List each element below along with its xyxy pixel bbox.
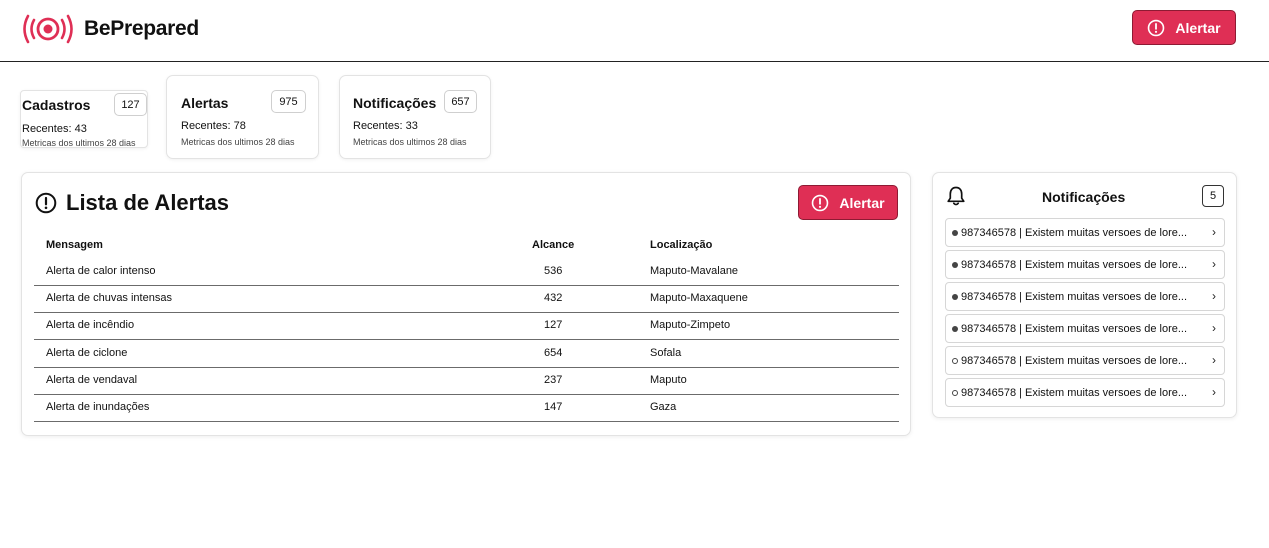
alerts-list-card: Lista de Alertas Mensagem Alcance Locali… (21, 172, 911, 436)
chevron-right-icon: › (1212, 321, 1216, 335)
stat-recent: Recentes: 78 (181, 120, 246, 132)
stat-card-alertas: Alertas 975 Recentes: 78 Metricas dos ul… (166, 75, 319, 159)
logo[interactable]: BePrepared (20, 13, 199, 45)
stat-count-badge: 657 (444, 90, 477, 113)
cell-message: Alerta de calor intenso (46, 265, 156, 277)
notification-item[interactable]: 987346578 | Existem muitas versoes de lo… (945, 250, 1225, 279)
broadcast-icon (23, 14, 73, 44)
cell-reach: 536 (544, 265, 563, 277)
column-header-message: Mensagem (46, 239, 103, 251)
cell-message: Alerta de chuvas intensas (46, 292, 172, 304)
alert-circle-icon (35, 192, 57, 214)
cell-message: Alerta de inundações (46, 401, 150, 413)
stat-metric-note: Metricas dos ultimos 28 dias (353, 137, 467, 147)
cell-message: Alerta de incêndio (46, 319, 135, 331)
stat-card-notificacoes: Notificações 657 Recentes: 33 Metricas d… (339, 75, 491, 159)
alert-button[interactable]: Alertar (1132, 10, 1236, 45)
notification-text: 987346578 | Existem muitas versoes de lo… (961, 387, 1188, 399)
stat-title: Cadastros (22, 97, 91, 113)
stat-recent: Recentes: 43 (22, 123, 87, 135)
unread-dot-icon (952, 230, 958, 236)
stat-title: Notificações (353, 95, 437, 111)
notifications-card: Notificações 5 987346578 | Existem muita… (932, 172, 1237, 418)
table-row[interactable]: Alerta de calor intenso 536 Maputo-Maval… (34, 259, 899, 286)
bell-icon[interactable] (946, 185, 966, 207)
notification-text: 987346578 | Existem muitas versoes de lo… (961, 323, 1188, 335)
cell-location: Maputo-Mavalane (650, 265, 739, 277)
read-dot-icon (952, 358, 958, 364)
cell-reach: 127 (544, 319, 563, 331)
notification-item[interactable]: 987346578 | Existem muitas versoes de lo… (945, 314, 1225, 343)
stat-metric-note: Metricas dos ultimos 28 dias (22, 138, 136, 148)
cell-message: Alerta de vendaval (46, 374, 138, 386)
chevron-right-icon: › (1212, 225, 1216, 239)
alerts-list-title: Lista de Alertas (66, 190, 230, 215)
table-row[interactable]: Alerta de vendaval 237 Maputo (34, 368, 899, 395)
notification-item[interactable]: 987346578 | Existem muitas versoes de lo… (945, 282, 1225, 311)
notifications-title: Notificações (1042, 189, 1126, 205)
brand-name: BePrepared (84, 17, 199, 40)
alert-button-label: Alertar (1175, 19, 1221, 36)
notifications-count-badge: 5 (1202, 185, 1224, 207)
chevron-right-icon: › (1212, 289, 1216, 303)
cell-message: Alerta de ciclone (46, 347, 128, 359)
notification-item[interactable]: 987346578 | Existem muitas versoes de lo… (945, 346, 1225, 375)
alert-circle-icon (1148, 19, 1165, 36)
chevron-right-icon: › (1212, 353, 1216, 367)
stat-count-badge: 127 (114, 93, 147, 116)
table-row[interactable]: Alerta de ciclone 654 Sofala (34, 341, 899, 368)
list-alert-button-label: Alertar (839, 194, 885, 211)
app-header: BePrepared Alertar (0, 0, 1269, 62)
notification-text: 987346578 | Existem muitas versoes de lo… (961, 355, 1188, 367)
notification-item[interactable]: 987346578 | Existem muitas versoes de lo… (945, 378, 1225, 407)
notification-item[interactable]: 987346578 | Existem muitas versoes de lo… (945, 218, 1225, 247)
stat-count-badge: 975 (271, 90, 306, 113)
column-header-reach: Alcance (532, 239, 575, 251)
cell-location: Maputo (650, 374, 687, 386)
notification-text: 987346578 | Existem muitas versoes de lo… (961, 227, 1188, 239)
list-alert-button[interactable]: Alertar (798, 185, 898, 220)
cell-location: Maputo-Maxaquene (650, 292, 748, 304)
cell-reach: 237 (544, 374, 563, 386)
stat-card-cadastros: Cadastros 127 Recentes: 43 Metricas dos … (20, 90, 148, 148)
chevron-right-icon: › (1212, 385, 1216, 399)
column-header-location: Localização (650, 239, 713, 251)
read-dot-icon (952, 390, 958, 396)
unread-dot-icon (952, 326, 958, 332)
notification-text: 987346578 | Existem muitas versoes de lo… (961, 291, 1188, 303)
cell-reach: 147 (544, 401, 563, 413)
chevron-right-icon: › (1212, 257, 1216, 271)
cell-location: Gaza (650, 401, 677, 413)
table-row[interactable]: Alerta de chuvas intensas 432 Maputo-Max… (34, 286, 899, 313)
cell-location: Sofala (650, 347, 682, 359)
table-row[interactable]: Alerta de inundações 147 Gaza (34, 395, 899, 422)
cell-reach: 432 (544, 292, 563, 304)
cell-reach: 654 (544, 347, 563, 359)
alert-circle-icon (812, 194, 829, 211)
notification-text: 987346578 | Existem muitas versoes de lo… (961, 259, 1188, 271)
cell-location: Maputo-Zimpeto (650, 319, 731, 331)
stat-metric-note: Metricas dos ultimos 28 dias (181, 137, 295, 147)
stat-title: Alertas (181, 95, 229, 111)
table-row[interactable]: Alerta de incêndio 127 Maputo-Zimpeto (34, 313, 899, 340)
stat-recent: Recentes: 33 (353, 120, 418, 132)
unread-dot-icon (952, 262, 958, 268)
unread-dot-icon (952, 294, 958, 300)
